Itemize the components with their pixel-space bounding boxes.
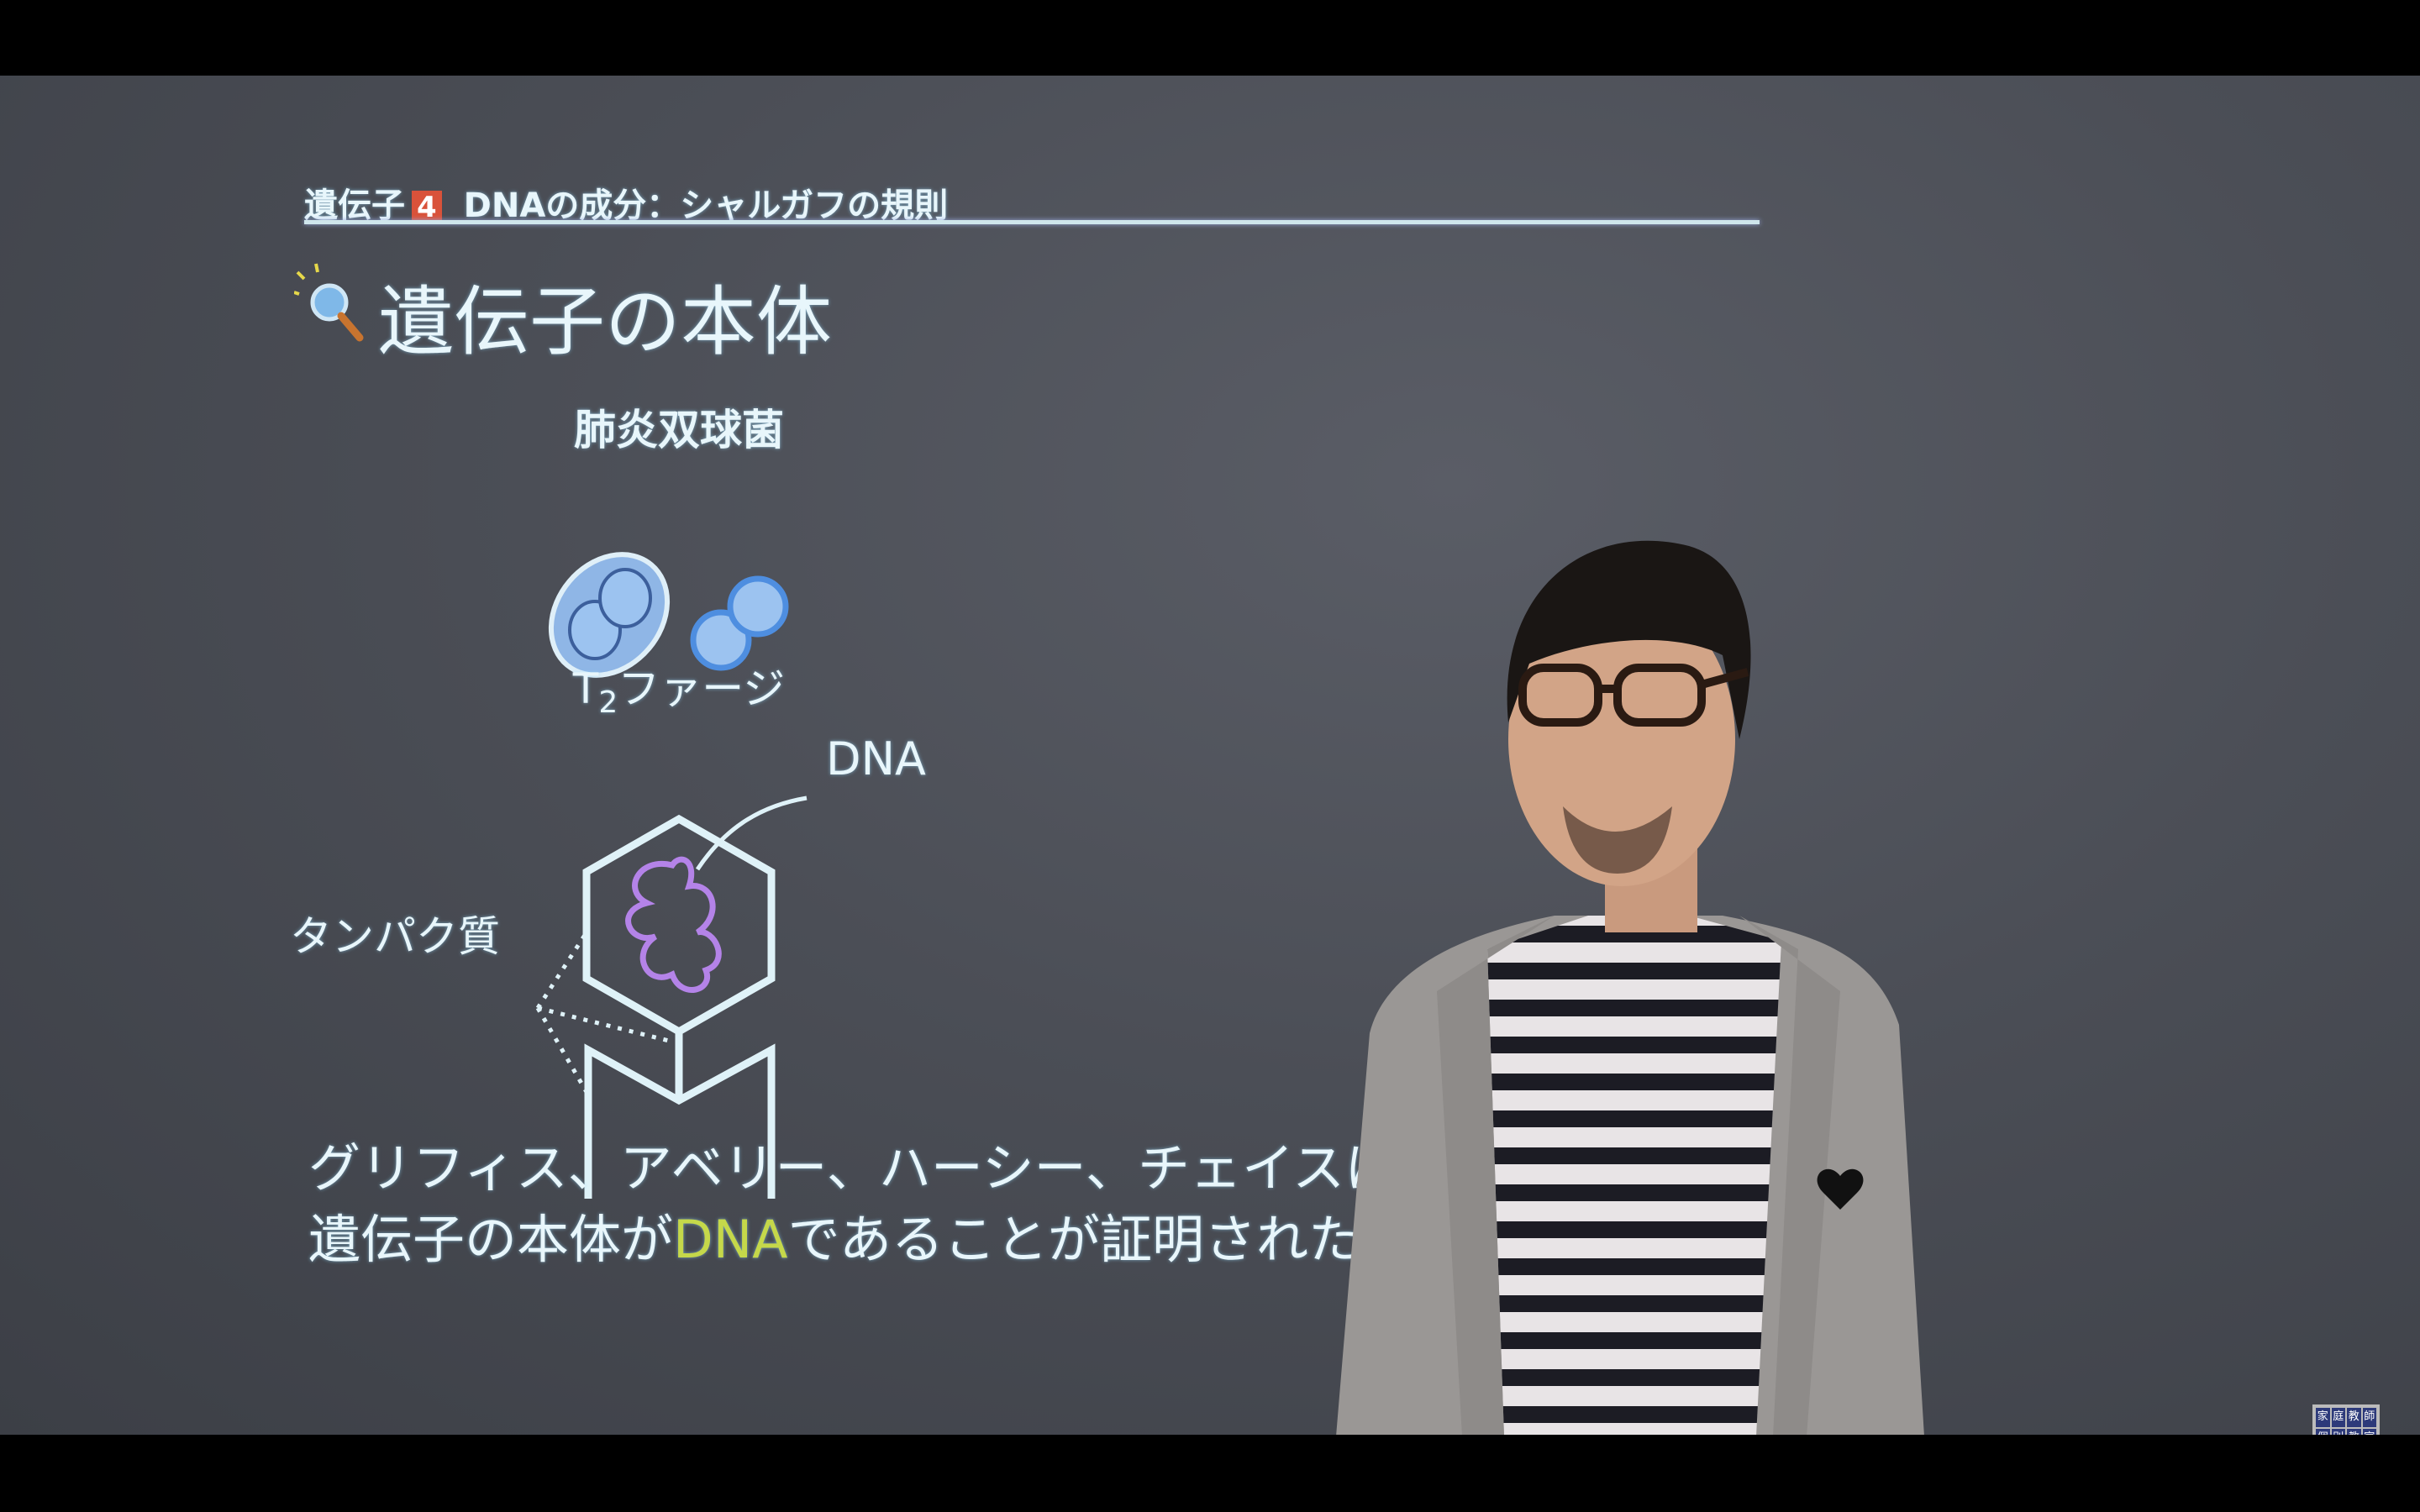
header-number-badge: 4 — [412, 191, 442, 224]
presenter — [1336, 540, 1924, 1435]
dna-label: DNA — [826, 732, 926, 785]
logo-char: 教 — [2347, 1408, 2361, 1427]
logo-char: 教 — [2347, 1428, 2361, 1435]
slide-title: 遺伝子の本体 — [378, 278, 832, 366]
header-divider — [304, 220, 1760, 224]
logo-char: 別 — [2331, 1428, 2345, 1435]
pneumococcus-label: 肺炎双球菌 — [574, 406, 784, 454]
magnifier-icon — [294, 263, 364, 342]
logo-char: 室 — [2362, 1428, 2376, 1435]
logo-char: 個 — [2316, 1428, 2330, 1435]
protein-label: タンパク質 — [290, 912, 500, 961]
caption-line-2: 遺伝子の本体がDNAであることが証明された — [308, 1209, 1360, 1270]
caption-line-1: グリフィス、アベリー、ハーシー、チェイスによ — [308, 1137, 1449, 1199]
logo-char: 家 — [2316, 1408, 2330, 1427]
logo-char: 庭 — [2331, 1408, 2345, 1427]
logo-char: 師 — [2362, 1408, 2376, 1427]
phage-label: T2ファージ — [572, 664, 786, 720]
tutor-logo: 家庭教師個別教室のトライ — [2312, 1404, 2380, 1435]
video-frame[interactable]: 遺伝子 4 DNAの成分：シャルガフの規則 遺伝子の本体 肺炎双球菌 T2ファージ … — [0, 76, 2420, 1435]
